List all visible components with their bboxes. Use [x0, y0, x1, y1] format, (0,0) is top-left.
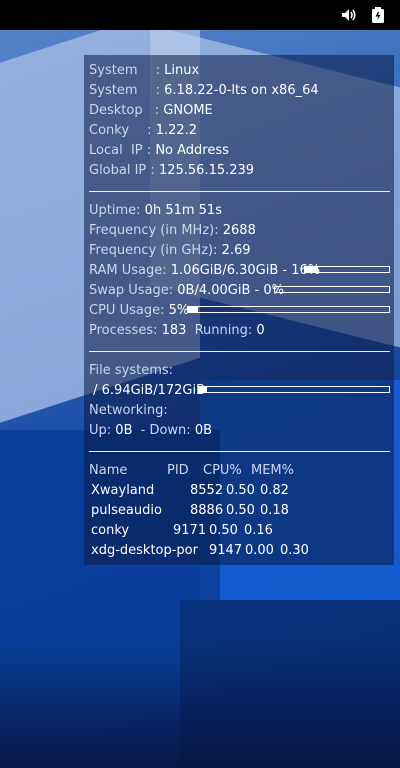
filesystems-label: File systems: [89, 363, 174, 378]
networking-label: Networking: [89, 403, 168, 418]
cpu-row: CPU Usage: 5% [89, 302, 189, 320]
swap-usage-bar [274, 286, 390, 293]
filesystems-row: File systems: [89, 362, 173, 380]
kernel-label: System [89, 83, 138, 98]
process-cpu: 0.50 [226, 503, 255, 518]
conky-label: Conky [89, 123, 130, 138]
divider [89, 351, 390, 352]
volume-icon[interactable] [340, 6, 358, 24]
system-value: Linux [164, 63, 200, 78]
process-mem: 0.82 [260, 483, 289, 498]
processes-label: Processes: [89, 323, 158, 338]
down-label: - Down: [140, 423, 191, 438]
ram-value: 1.06GiB/6.30GiB - 16% [170, 263, 321, 278]
conky-value: 1.22.2 [155, 123, 198, 138]
networking-row: Networking: [89, 402, 168, 420]
root-fs-row: / 6.94GiB/172GiB [89, 382, 205, 400]
running-label: Running: [194, 323, 253, 338]
kernel-value: 6.18.22-0-lts on x86_64 [164, 83, 319, 98]
conky-row: Conky : 1.22.2 [89, 123, 198, 138]
conky-panel: System : Linux System : 6.18.22-0-lts on… [84, 55, 394, 565]
process-table-header: Name PID CPU% MEM% [89, 462, 389, 480]
divider [89, 451, 390, 452]
uptime-value: 0h 51m 51s [144, 203, 222, 218]
column-header-pid: PID [167, 463, 189, 478]
table-row: pulseaudio 8886 0.50 0.18 [89, 502, 389, 520]
process-cpu: 0.00 [245, 543, 274, 558]
swap-label: Swap Usage: [89, 283, 174, 298]
battery-icon[interactable] [369, 6, 387, 24]
processes-value: 183 [161, 323, 187, 338]
uptime-label: Uptime: [89, 203, 141, 218]
down-value: 0B [194, 423, 213, 438]
process-pid: 9147 [209, 543, 243, 558]
cpu-usage-fill [188, 307, 199, 312]
running-value: 0 [256, 323, 265, 338]
process-cpu: 0.50 [209, 523, 238, 538]
local-ip-label: Local IP [89, 143, 143, 158]
process-pid: 8886 [190, 503, 224, 518]
ram-usage-bar [304, 266, 390, 273]
process-name: xdg-desktop-por [91, 543, 198, 558]
process-name: pulseaudio [91, 503, 162, 518]
root-fs-value: / 6.94GiB/172GiB [89, 383, 205, 398]
system-label: System [89, 63, 138, 78]
freq-mhz-row: Frequency (in MHz): 2688 [89, 222, 256, 240]
root-fs-fill [199, 387, 207, 392]
desktop-row: Desktop : GNOME [89, 103, 213, 118]
swap-row: Swap Usage: 0B/4.00GiB - 0% [89, 282, 284, 300]
kernel-row: System : 6.18.22-0-lts on x86_64 [89, 83, 319, 98]
column-header-name: Name [89, 463, 128, 478]
process-name: conky [91, 523, 130, 538]
root-fs-bar [198, 386, 390, 393]
process-name: Xwayland [91, 483, 155, 498]
global-ip-row: Global IP : 125.56.15.239 [89, 163, 255, 178]
up-label: Up: [89, 423, 112, 438]
ram-label: RAM Usage: [89, 263, 167, 278]
process-cpu: 0.50 [226, 483, 255, 498]
system-row: System : Linux [89, 63, 200, 78]
process-pid: 8552 [190, 483, 224, 498]
freq-mhz-label: Frequency (in MHz): [89, 223, 219, 238]
column-header-cpu: CPU% [203, 463, 242, 478]
freq-ghz-value: 2.69 [221, 243, 251, 258]
cpu-usage-bar [187, 306, 390, 313]
column-header-mem: MEM% [251, 463, 294, 478]
desktop-label: Desktop [89, 103, 143, 118]
process-mem: 0.30 [280, 543, 309, 558]
uptime-row: Uptime: 0h 51m 51s [89, 202, 222, 220]
freq-ghz-label: Frequency (in GHz): [89, 243, 218, 258]
global-ip-value: 125.56.15.239 [158, 163, 255, 178]
network-traffic-row: Up: 0B - Down: 0B [89, 422, 212, 440]
local-ip-value: No Address [155, 143, 229, 158]
freq-mhz-value: 2688 [222, 223, 256, 238]
processes-row: Processes: 183 Running: 0 [89, 322, 265, 340]
ram-usage-fill [305, 267, 319, 272]
process-mem: 0.16 [244, 523, 273, 538]
process-pid: 9171 [173, 523, 207, 538]
process-mem: 0.18 [260, 503, 289, 518]
table-row: xdg-desktop-por 9147 0.00 0.30 [89, 542, 389, 560]
swap-value: 0B/4.00GiB - 0% [177, 283, 284, 298]
table-row: Xwayland 8552 0.50 0.82 [89, 482, 389, 500]
cpu-label: CPU Usage: [89, 303, 165, 318]
global-ip-label: Global IP [89, 163, 147, 178]
local-ip-row: Local IP : No Address [89, 143, 229, 158]
divider [89, 191, 390, 192]
ram-row: RAM Usage: 1.06GiB/6.30GiB - 16% [89, 262, 320, 280]
desktop-value: GNOME [163, 103, 213, 118]
freq-ghz-row: Frequency (in GHz): 2.69 [89, 242, 251, 260]
up-value: 0B [115, 423, 133, 438]
table-row: conky 9171 0.50 0.16 [89, 522, 389, 540]
top-bar [0, 0, 400, 30]
